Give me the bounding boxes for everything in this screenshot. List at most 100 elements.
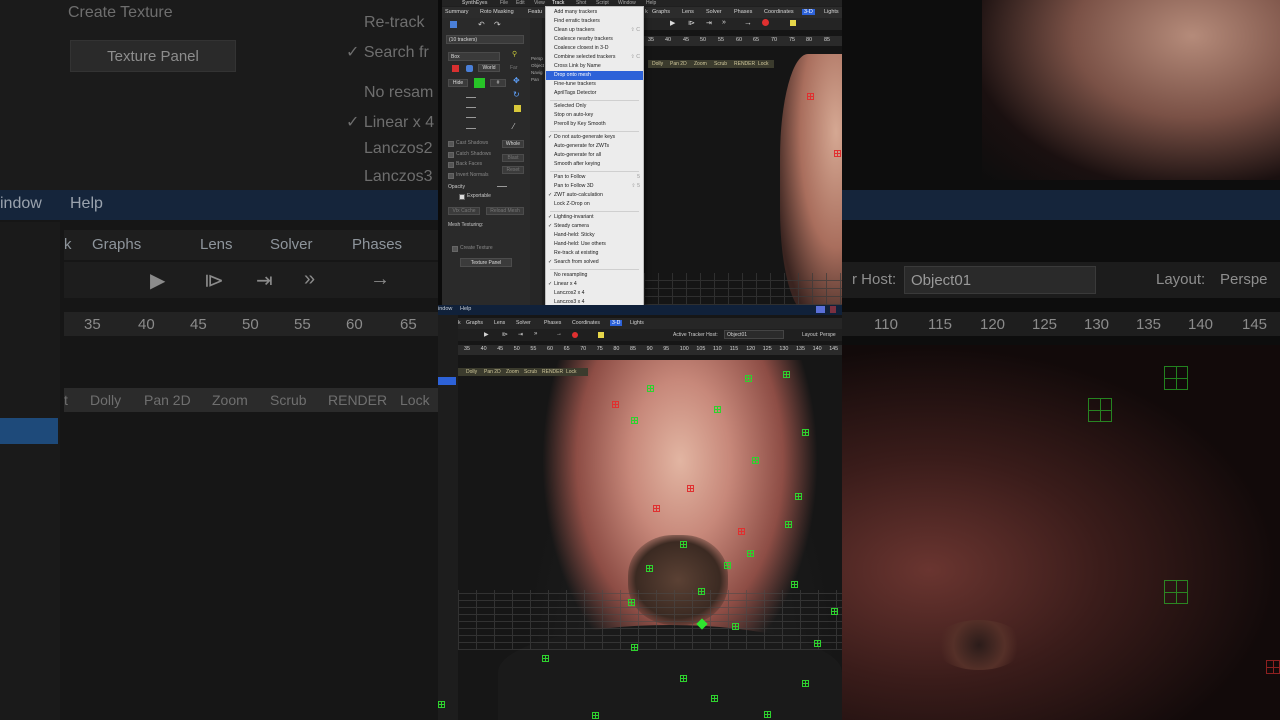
menu-item[interactable]: No resampling: [546, 271, 643, 280]
create-texture-checkbox[interactable]: [452, 246, 458, 252]
window-extra-icon[interactable]: [830, 306, 836, 313]
tracker-marker[interactable]: [698, 588, 705, 595]
opacity-slider[interactable]: [497, 186, 507, 187]
window-mode-icon[interactable]: [816, 306, 825, 313]
tracker-marker[interactable]: [653, 505, 660, 512]
view-mode-scrub[interactable]: Scrub: [714, 61, 727, 67]
delete-icon[interactable]: [452, 65, 459, 72]
tab-graphs[interactable]: Graphs: [652, 9, 670, 15]
menu-item[interactable]: Cross Link by Name: [546, 62, 643, 71]
menu-item[interactable]: Fine-tune trackers: [546, 80, 643, 89]
tracker-marker[interactable]: [724, 562, 731, 569]
frame-ruler-bottom[interactable]: 35 40 45 50 55 60 65 70 75 80 85 90 95 100 105 110 115 12…: [458, 345, 842, 355]
menu-item[interactable]: AprilTags Detector: [546, 89, 643, 98]
view-mode-render[interactable]: RENDER: [542, 369, 563, 375]
tracker-marker[interactable]: [802, 429, 809, 436]
menu-window[interactable]: indow: [438, 306, 452, 312]
lock-icon[interactable]: [466, 65, 473, 72]
tab-solver[interactable]: Solver: [706, 9, 722, 15]
menu-item[interactable]: Smooth after keying: [546, 160, 643, 169]
view-mode-zoom[interactable]: Zoom: [694, 61, 707, 67]
tab-phases[interactable]: Phases: [544, 320, 561, 326]
fast-forward-icon[interactable]: »: [534, 331, 537, 337]
tracker-marker[interactable]: [680, 541, 687, 548]
fast-forward-icon[interactable]: »: [722, 19, 726, 26]
undo-icon[interactable]: ↶: [478, 20, 485, 29]
hash-button[interactable]: #: [490, 79, 506, 87]
tracker-marker[interactable]: [831, 608, 838, 615]
tab-3d[interactable]: 3-D: [610, 320, 623, 326]
vtx-cache-button[interactable]: Vtx Cache: [448, 207, 480, 215]
key-icon[interactable]: [598, 332, 604, 338]
active-tracker-host-select[interactable]: Object01: [724, 330, 784, 339]
menu-item[interactable]: Lanczos2 x 4: [546, 289, 643, 298]
menu-item[interactable]: ✓ Search from solved: [546, 258, 643, 267]
tracker-marker[interactable]: [711, 695, 718, 702]
tab-summary[interactable]: Summary: [445, 9, 469, 15]
menu-item[interactable]: Coalesce closest in 3-D: [546, 44, 643, 53]
tracker-marker[interactable]: [802, 680, 809, 687]
menu-item[interactable]: Preroll by Key Smooth: [546, 120, 643, 129]
menu-item[interactable]: ✓ Linear x 4: [546, 280, 643, 289]
tracker-marker[interactable]: [764, 711, 771, 718]
selection-indicator[interactable]: [438, 377, 456, 385]
menu-item[interactable]: Pan to Follow 3D ⇧ 5: [546, 182, 643, 191]
reset-button[interactable]: Reset: [502, 166, 524, 174]
arrow-icon[interactable]: →: [744, 18, 752, 27]
tracker-marker[interactable]: [631, 417, 638, 424]
tracker-marker[interactable]: [687, 485, 694, 492]
record-icon[interactable]: [762, 19, 769, 26]
tracker-marker[interactable]: [680, 675, 687, 682]
tracker-marker[interactable]: [814, 640, 821, 647]
view-mode-lock[interactable]: Lock: [566, 369, 577, 375]
menu-item[interactable]: Lock Z-Drop on: [546, 200, 643, 209]
tracker-marker[interactable]: [628, 599, 635, 606]
arrow-icon[interactable]: →: [556, 331, 562, 337]
menu-item[interactable]: Auto-generate for all: [546, 151, 643, 160]
bg-texture-panel-button[interactable]: Texture Panel: [70, 40, 236, 72]
menu-item[interactable]: Pan to Follow 5: [546, 173, 643, 182]
record-icon[interactable]: [572, 332, 578, 338]
view-mode-scrub[interactable]: Scrub: [524, 369, 537, 375]
menu-help[interactable]: Help: [646, 0, 656, 6]
view-mode-dolly[interactable]: Dolly: [652, 61, 663, 67]
view-mode-pan2d[interactable]: Pan 2D: [484, 369, 501, 375]
step-icon[interactable]: ⧐: [502, 331, 508, 338]
invert-normals-checkbox[interactable]: [448, 173, 454, 179]
menu-item[interactable]: Hand-held: Sticky: [546, 231, 643, 240]
menu-item[interactable]: Stop on auto-key: [546, 111, 643, 120]
world-button[interactable]: World: [478, 64, 500, 72]
tracker-marker[interactable]: [732, 623, 739, 630]
end-icon[interactable]: ⇥: [706, 19, 712, 27]
tab-coordinates[interactable]: Coordinates: [764, 9, 794, 15]
tab-lens[interactable]: Lens: [682, 9, 694, 15]
tracker-select[interactable]: (10 trackers): [446, 35, 524, 44]
tracker-marker[interactable]: [807, 93, 814, 100]
tab-3d[interactable]: 3-D: [802, 9, 815, 15]
tracker-marker[interactable]: [631, 644, 638, 651]
scale-icon[interactable]: [514, 105, 521, 112]
menu-item[interactable]: Drop onto mesh: [546, 71, 643, 80]
view-mode-dolly[interactable]: Dolly: [466, 369, 477, 375]
step-icon[interactable]: ⧐: [688, 19, 695, 27]
menu-item[interactable]: Find erratic trackers: [546, 17, 643, 26]
texture-panel-button[interactable]: Texture Panel: [460, 258, 512, 267]
key-icon[interactable]: [790, 20, 796, 26]
menu-item[interactable]: ✓ Do not auto-generate keys: [546, 133, 643, 142]
menu-item[interactable]: Re-track at existing: [546, 249, 643, 258]
tab-solver[interactable]: Solver: [516, 320, 531, 326]
tracker-marker[interactable]: [542, 655, 549, 662]
view-mode-zoom[interactable]: Zoom: [506, 369, 519, 375]
tracker-marker[interactable]: [795, 493, 802, 500]
tracker-marker[interactable]: [791, 581, 798, 588]
frame-ruler[interactable]: 35 40 45 50 55 60 65 70 75 80 85: [644, 36, 842, 46]
menu-edit[interactable]: Edit: [516, 0, 525, 6]
whole-button[interactable]: Whole: [502, 140, 524, 148]
tab-coordinates[interactable]: Coordinates: [572, 320, 600, 326]
blast-button[interactable]: Blast: [502, 154, 524, 162]
tracker-marker[interactable]: [646, 565, 653, 572]
menu-help[interactable]: Help: [460, 306, 471, 312]
end-icon[interactable]: ⇥: [518, 331, 523, 338]
menu-item[interactable]: Add many trackers: [546, 8, 643, 17]
move-icon[interactable]: ✥: [513, 76, 520, 85]
